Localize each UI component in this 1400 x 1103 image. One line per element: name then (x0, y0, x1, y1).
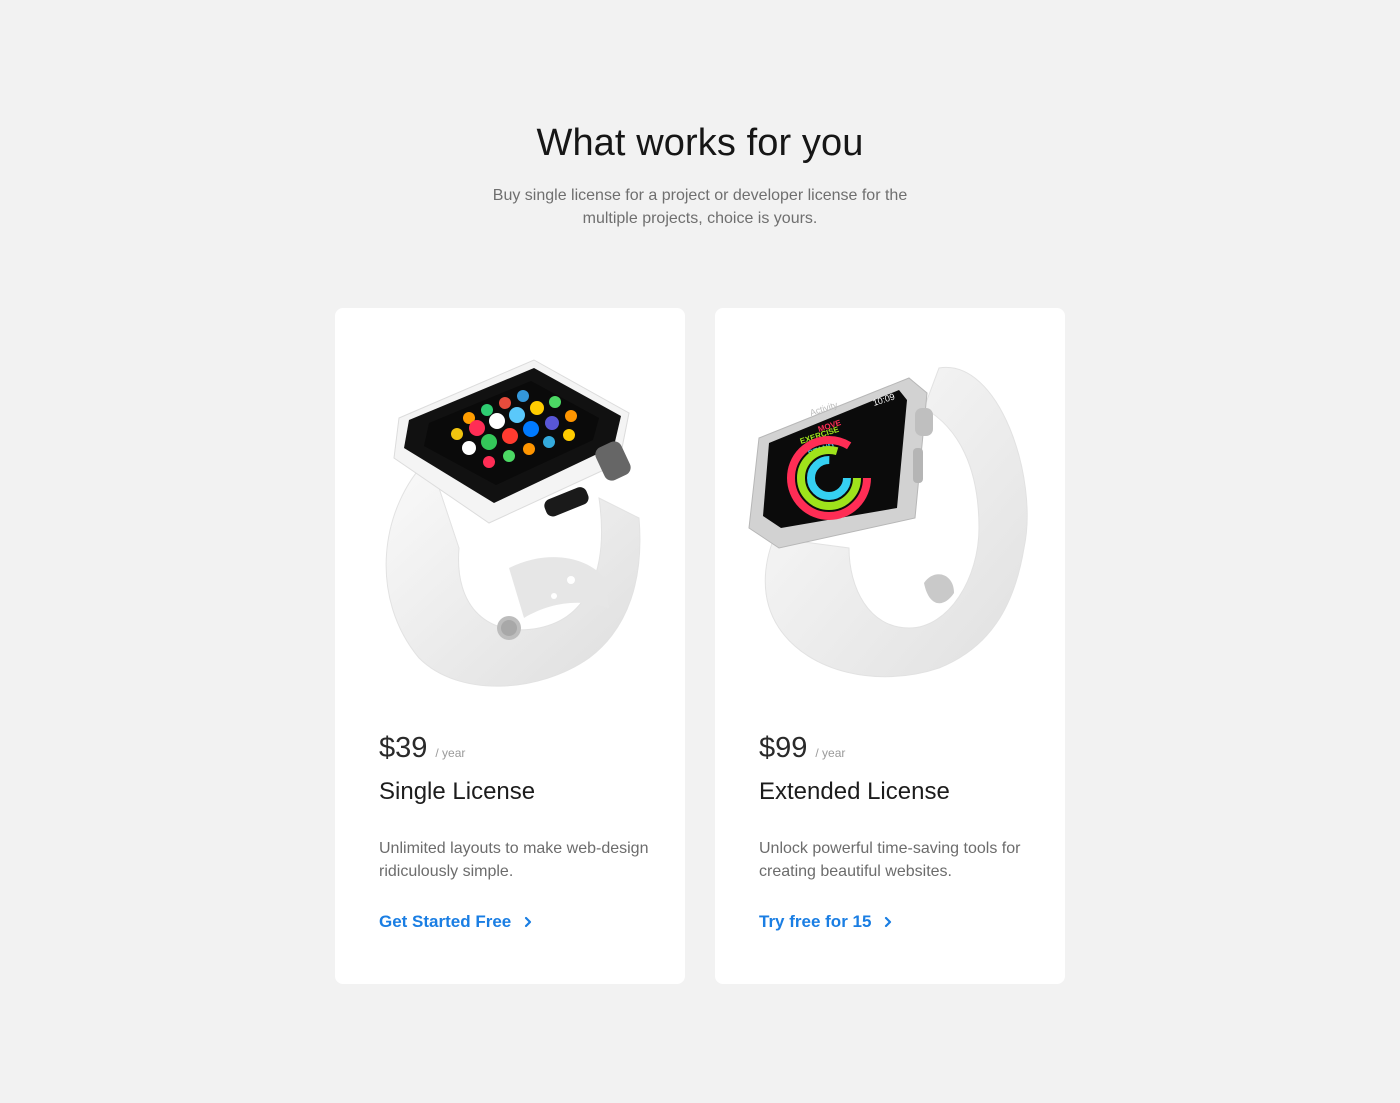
plan-name: Extended License (759, 778, 950, 805)
cta-label: Get Started Free (379, 912, 512, 931)
price-row: $99 / year (759, 732, 845, 765)
get-started-free-link[interactable]: Get Started Free (379, 912, 535, 932)
plan-name: Single License (379, 778, 536, 805)
page-title: What works for you (536, 122, 864, 164)
pricing-card-extended: Activity 10:09 MOVE EXERCISE STAND $99 /… (715, 308, 1065, 984)
price-period: / year (815, 746, 846, 760)
watch-image-1 (385, 359, 641, 687)
plan-description: Unlock powerful time-saving tools for cr… (759, 840, 1021, 880)
section-header: What works for you Buy single license fo… (0, 118, 1400, 230)
price: $99 (759, 732, 808, 764)
cta-label: Try free for 15 (759, 912, 872, 931)
watch-image-2: Activity 10:09 MOVE EXERCISE STAND (748, 367, 1028, 678)
page-subtitle: Buy single license for a project or deve… (492, 187, 908, 227)
pricing-card-single: $39 / year Single License Unlimited layo… (335, 308, 685, 984)
chevron-right-icon (525, 916, 532, 928)
price-period: / year (435, 746, 466, 760)
chevron-right-icon (885, 916, 892, 928)
price: $39 (379, 732, 428, 764)
plan-description: Unlimited layouts to make web-design rid… (379, 840, 649, 880)
try-free-link[interactable]: Try free for 15 (759, 912, 895, 932)
price-row: $39 / year (379, 732, 465, 765)
